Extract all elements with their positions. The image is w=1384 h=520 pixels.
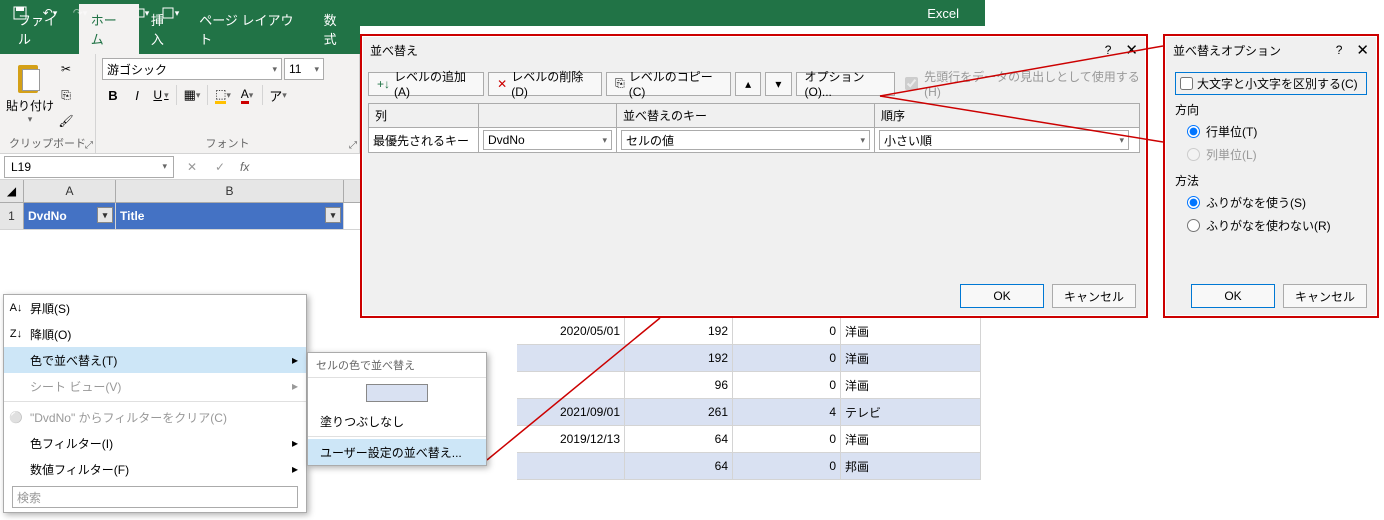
custom-sort[interactable]: ユーザー設定の並べ替え... (308, 439, 486, 465)
sort-desc-icon: Z↓ (8, 326, 24, 342)
ribbon: 貼り付け ▾ ✂ ⎘ 🖌 クリップボード ⤢ 游ゴシック▾ 11▾ B I U▾… (0, 54, 360, 154)
sort-desc[interactable]: Z↓降順(O) (4, 321, 306, 347)
font-size-select[interactable]: 11▾ (284, 58, 324, 80)
sort-key-header: 並べ替えのキー (617, 104, 875, 127)
move-down-button[interactable]: ▾ (765, 72, 791, 96)
clear-filter: ⚪"DvdNo" からフィルターをクリア(C) (4, 404, 306, 430)
no-fill[interactable]: 塗りつぶしなし (308, 408, 486, 434)
row-direction-radio[interactable]: 行単位(T) (1175, 120, 1367, 143)
furigana-no-radio[interactable]: ふりがなを使わない(R) (1175, 214, 1367, 237)
close-button[interactable]: ✕ (1125, 41, 1138, 59)
row-header-1[interactable]: 1 (0, 203, 24, 229)
move-up-button[interactable]: ▴ (735, 72, 761, 96)
enter-formula[interactable]: ✓ (208, 156, 232, 178)
options-title: 並べ替えオプション ? ✕ (1165, 36, 1377, 64)
font-label: フォント (96, 135, 359, 151)
filter-search[interactable]: 検索 (12, 486, 298, 508)
header-row-check[interactable]: 先頭行をデータの見出しとして使用する(H) (905, 68, 1140, 99)
sort-asc[interactable]: A↓昇順(S) (4, 295, 306, 321)
sort-order-header: 順序 (875, 104, 1133, 127)
paste-icon (14, 61, 46, 97)
clipboard-expand[interactable]: ⤢ (85, 140, 93, 151)
color-sort-submenu: セルの色で並べ替え 塗りつぶしなし ユーザー設定の並べ替え... (307, 352, 487, 466)
header-dvdno: DvdNo ▾ (24, 203, 116, 229)
bold-button[interactable]: B (102, 84, 124, 106)
sort-order-select[interactable]: 小さい順▾ (879, 130, 1129, 150)
col-header-b[interactable]: B (116, 180, 344, 202)
paste-label: 貼り付け (6, 97, 54, 114)
fx-icon[interactable]: fx (240, 160, 249, 174)
add-level-button[interactable]: +↓レベルの追加(A) (368, 72, 484, 96)
sort-grid: 列 並べ替えのキー 順序 最優先されるキー DvdNo▾ セルの値▾ 小さい順▾ (368, 103, 1140, 153)
number-filter[interactable]: 数値フィルター(F)▸ (4, 456, 306, 482)
app-title: Excel (927, 6, 959, 21)
paste-button[interactable]: 貼り付け ▾ (6, 58, 54, 128)
format-painter-button[interactable]: 🖌 (54, 110, 78, 132)
color-swatch[interactable] (366, 384, 428, 402)
cut-button[interactable]: ✂ (54, 58, 78, 80)
col-header-a[interactable]: A (24, 180, 116, 202)
clear-filter-icon: ⚪ (8, 409, 24, 425)
header-title: Title ▾ (116, 203, 344, 229)
sort-by-color[interactable]: 色で並べ替え(T)▸ (4, 347, 306, 373)
visible-cells: 2020/05/011920洋画 1920洋画 960洋画 2021/09/01… (517, 318, 981, 480)
sheet-view: シート ビュー(V)▸ (4, 373, 306, 399)
filter-button-dvdno[interactable]: ▾ (97, 207, 113, 223)
copy-button[interactable]: ⎘ (54, 84, 78, 106)
clipboard-group: 貼り付け ▾ ✂ ⎘ 🖌 クリップボード ⤢ (0, 54, 96, 153)
col-direction-radio[interactable]: 列単位(L) (1175, 143, 1367, 166)
sort-column-select[interactable]: DvdNo▾ (483, 130, 612, 150)
name-box[interactable]: L19▾ (4, 156, 174, 178)
italic-button[interactable]: I (126, 84, 148, 106)
ribbon-tabs: ファイル ホーム 挿入 ページ レイアウト 数式 (0, 26, 360, 54)
sort-dialog: 並べ替え ? ✕ +↓レベルの追加(A) ✕レベルの削除(D) ⎘レベルのコピー… (360, 34, 1148, 318)
font-expand[interactable]: ⤢ (349, 140, 357, 151)
help-button-2[interactable]: ? (1336, 43, 1343, 57)
clipboard-label: クリップボード (0, 135, 95, 151)
chevron-right-icon: ▸ (292, 353, 298, 367)
sort-cancel-button[interactable]: キャンセル (1052, 284, 1136, 308)
font-name-select[interactable]: 游ゴシック▾ (102, 58, 282, 80)
tab-layout[interactable]: ページ レイアウト (187, 4, 311, 54)
options-button[interactable]: オプション(O)... (796, 72, 896, 96)
options-cancel-button[interactable]: キャンセル (1283, 284, 1367, 308)
phonetic-button[interactable]: ア▾ (267, 84, 289, 106)
filter-button-title[interactable]: ▾ (325, 207, 341, 223)
sort-ok-button[interactable]: OK (960, 284, 1044, 308)
sort-options-dialog: 並べ替えオプション ? ✕ 大文字と小文字を区別する(C) 方向 行単位(T) … (1163, 34, 1379, 318)
sort-dialog-title: 並べ替え ? ✕ (362, 36, 1146, 64)
border-button[interactable]: ▦▾ (181, 84, 203, 106)
sort-toolbar: +↓レベルの追加(A) ✕レベルの削除(D) ⎘レベルのコピー(C) ▴ ▾ オ… (362, 64, 1146, 103)
sort-col-header: 列 (369, 104, 479, 127)
sort-priority-label: 最優先されるキー (369, 128, 479, 152)
cancel-formula[interactable]: ✕ (180, 156, 204, 178)
copy-level-button[interactable]: ⎘レベルのコピー(C) (606, 72, 731, 96)
sort-key-select[interactable]: セルの値▾ (621, 130, 870, 150)
delete-level-button[interactable]: ✕レベルの削除(D) (488, 72, 602, 96)
direction-label: 方向 (1175, 101, 1367, 118)
select-all-corner[interactable]: ◢ (0, 180, 24, 202)
case-sensitive-check[interactable]: 大文字と小文字を区別する(C) (1175, 72, 1367, 95)
close-button-2[interactable]: ✕ (1356, 41, 1369, 59)
tab-formula[interactable]: 数式 (312, 4, 360, 54)
tab-insert[interactable]: 挿入 (139, 4, 187, 54)
options-ok-button[interactable]: OK (1191, 284, 1275, 308)
font-color-button[interactable]: A▾ (236, 84, 258, 106)
furigana-yes-radio[interactable]: ふりがなを使う(S) (1175, 191, 1367, 214)
fill-color-button[interactable]: ⬚▾ (212, 84, 234, 106)
sort-asc-icon: A↓ (8, 300, 24, 316)
help-button[interactable]: ? (1105, 43, 1112, 57)
formula-bar: L19▾ ✕ ✓ fx (0, 154, 360, 180)
method-label: 方法 (1175, 172, 1367, 189)
submenu-header: セルの色で並べ替え (308, 353, 486, 378)
font-group: 游ゴシック▾ 11▾ B I U▾ ▦▾ ⬚▾ A▾ ア▾ フォント ⤢ (96, 54, 360, 153)
filter-menu: A↓昇順(S) Z↓降順(O) 色で並べ替え(T)▸ シート ビュー(V)▸ ⚪… (3, 294, 307, 513)
underline-button[interactable]: U▾ (150, 84, 172, 106)
color-filter[interactable]: 色フィルター(I)▸ (4, 430, 306, 456)
redo-button[interactable]: ↷▾ (66, 2, 94, 24)
